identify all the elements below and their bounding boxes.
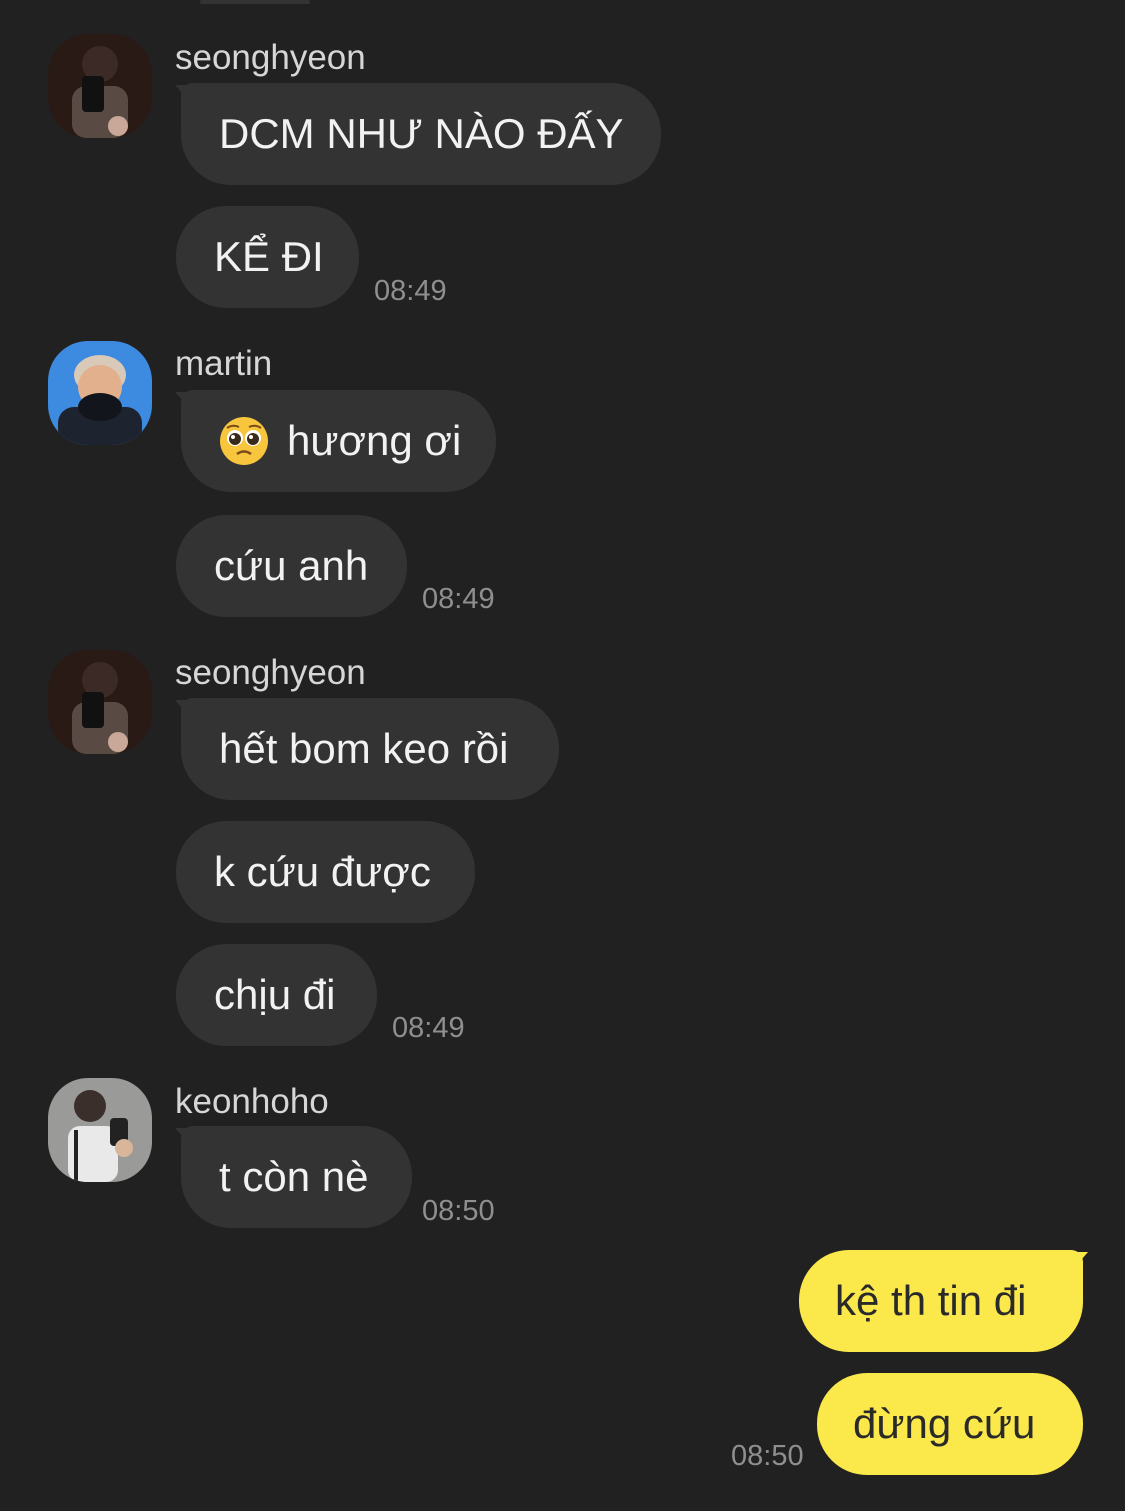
seonghyeon-avatar-icon	[48, 650, 152, 754]
message-text: hương ơi	[287, 417, 462, 464]
message-bubble[interactable]: cứu anh	[176, 515, 407, 617]
pleading-face-emoji	[220, 416, 268, 465]
seonghyeon-avatar[interactable]	[48, 34, 152, 138]
message-bubble[interactable]: DCM NHƯ NÀO ĐẤY	[181, 83, 661, 185]
sender-name: seonghyeon	[175, 653, 366, 692]
outgoing-message-bubble[interactable]: kệ th tin đi	[799, 1250, 1083, 1352]
martin-avatar[interactable]	[48, 341, 152, 445]
keonhoho-avatar-icon	[48, 1078, 152, 1182]
sender-name: keonhoho	[175, 1082, 329, 1121]
message-bubble[interactable]: hết bom keo rồi	[181, 698, 559, 800]
message-time: 08:49	[422, 583, 495, 615]
seonghyeon-avatar-icon	[48, 34, 152, 138]
message-bubble[interactable]: k cứu được	[176, 821, 475, 923]
message-time: 08:49	[392, 1012, 465, 1044]
outgoing-message-bubble[interactable]: đừng cứu	[817, 1373, 1083, 1475]
message-bubble[interactable]: chịu đi	[176, 944, 377, 1046]
previous-message-edge	[200, 0, 310, 4]
message-time: 08:50	[731, 1440, 804, 1472]
seonghyeon-avatar[interactable]	[48, 650, 152, 754]
message-time: 08:49	[374, 275, 447, 307]
sender-name: seonghyeon	[175, 38, 366, 77]
message-bubble[interactable]: t còn nè	[181, 1126, 412, 1228]
martin-avatar-icon	[48, 341, 152, 445]
message-time: 08:50	[422, 1195, 495, 1227]
sender-name: martin	[175, 344, 273, 383]
keonhoho-avatar[interactable]	[48, 1078, 152, 1182]
message-bubble[interactable]: KỂ ĐI	[176, 206, 359, 308]
message-bubble[interactable]: hương ơi	[181, 390, 496, 492]
